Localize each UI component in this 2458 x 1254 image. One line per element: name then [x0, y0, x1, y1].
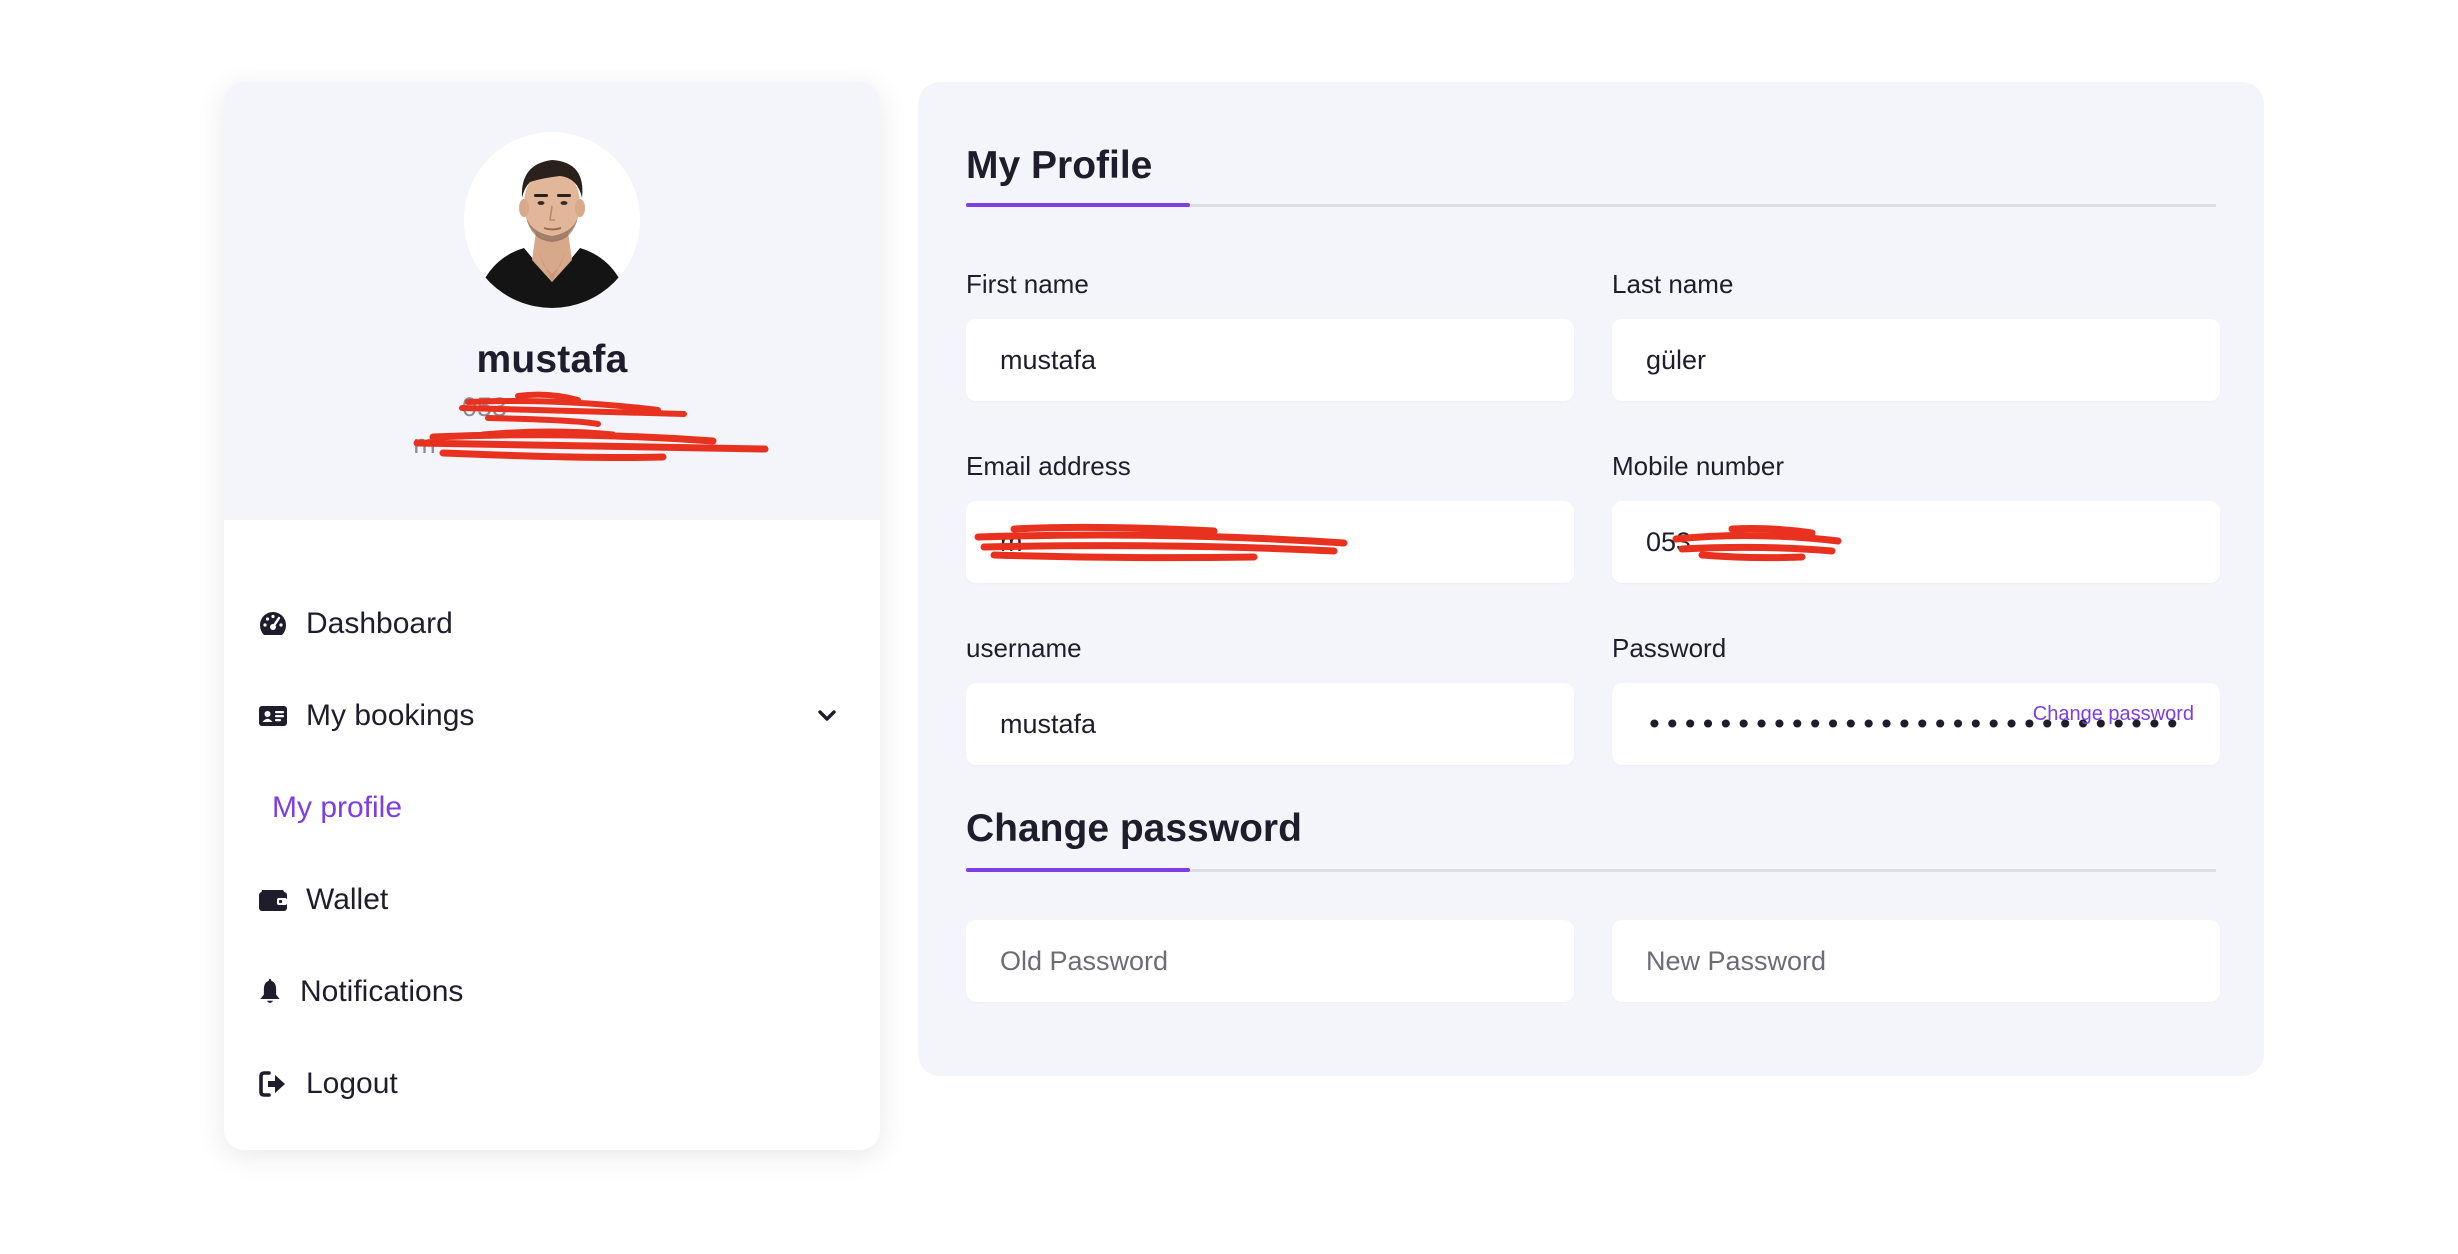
email-group: Email address m [966, 451, 1574, 583]
avatar [464, 132, 640, 308]
profile-summary: mustafa 053‍ m [224, 82, 880, 520]
first-name-label: First name [966, 269, 1089, 299]
username-field[interactable] [966, 683, 1574, 765]
password-group: Password •••••••••••••••••••••••••••••••… [1612, 633, 2220, 765]
user-name: mustafa [476, 338, 628, 381]
sidebar-item-wallet[interactable]: Wallet [224, 854, 880, 946]
user-email: m [413, 428, 769, 461]
gauge-icon [256, 607, 290, 641]
redaction-mark [974, 523, 1348, 562]
change-password-link[interactable]: Change password [2033, 703, 2194, 726]
id-card-icon [256, 699, 290, 733]
user-phone-text: 053 [461, 392, 508, 422]
sidebar-item-notifications[interactable]: Notifications [224, 946, 880, 1038]
contact-row: Email address m Mobile number 053 [966, 451, 2220, 583]
page-title: My Profile [966, 144, 1153, 187]
change-password-accent [966, 868, 1190, 872]
avatar-photo [464, 132, 640, 308]
sidebar-item-label: Notifications [300, 975, 464, 1008]
last-name-label: Last name [1612, 269, 1734, 299]
username-label: username [966, 633, 1082, 663]
sidebar-item-label: Logout [306, 1067, 398, 1100]
mobile-group: Mobile number 053 [1612, 451, 2220, 583]
email-value: m [1000, 526, 1023, 557]
sidebar-item-dashboard[interactable]: Dashboard [224, 578, 880, 670]
profile-form: First name Last name [966, 269, 2220, 401]
user-phone: 053‍ [458, 391, 687, 427]
mobile-label: Mobile number [1612, 451, 1784, 481]
email-field[interactable]: m [966, 501, 1574, 583]
first-name-field[interactable] [966, 319, 1574, 401]
title-accent [966, 203, 1190, 207]
sidebar-item-label: My profile [272, 791, 403, 824]
new-password-field[interactable] [1612, 920, 2220, 1002]
redaction-mark [1672, 525, 1842, 562]
logout-icon [256, 1067, 290, 1101]
profile-card: My Profile First name Last name Email ad… [918, 82, 2264, 1076]
mobile-field[interactable]: 053 [1612, 501, 2220, 583]
sidebar-item-logout[interactable]: Logout [224, 1038, 880, 1130]
change-password-divider [966, 868, 2216, 872]
password-field[interactable]: ••••••••••••••••••••••••••••••••••••••••… [1612, 683, 2220, 765]
sidebar-item-label: Wallet [306, 883, 389, 916]
change-password-form [966, 920, 2220, 1002]
last-name-group: Last name [1612, 269, 2220, 401]
first-name-group: First name [966, 269, 1574, 401]
bell-icon [256, 975, 284, 1009]
user-email-text: m [413, 429, 436, 459]
sidebar-item-my-bookings[interactable]: My bookings [224, 670, 880, 762]
profile-sidebar: mustafa 053‍ m Dashboard [224, 82, 880, 1150]
username-group: username [966, 633, 1574, 765]
password-label: Password [1612, 633, 1727, 663]
sidebar-menu: Dashboard My bookings My profile Wallet … [224, 520, 880, 1130]
change-password-title: Change password [966, 807, 1302, 850]
mobile-value: 053 [1646, 526, 1692, 557]
sidebar-item-label: My bookings [306, 699, 475, 732]
sidebar-item-label: Dashboard [306, 607, 453, 640]
wallet-icon [256, 883, 290, 917]
old-password-field[interactable] [966, 920, 1574, 1002]
title-divider [966, 203, 2216, 207]
chevron-down-icon[interactable] [814, 703, 840, 729]
email-label: Email address [966, 451, 1131, 481]
account-row: username Password ••••••••••••••••••••••… [966, 633, 2220, 765]
sidebar-item-my-profile[interactable]: My profile [224, 762, 880, 854]
last-name-field[interactable] [1612, 319, 2220, 401]
